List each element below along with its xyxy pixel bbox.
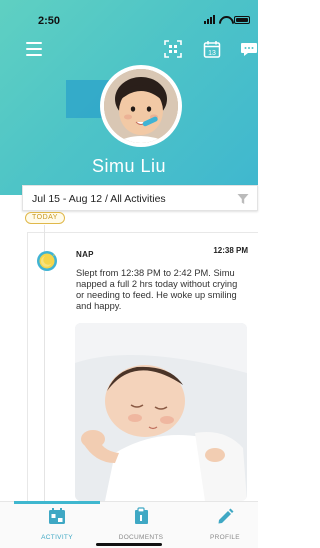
documents-icon [135, 507, 148, 524]
child-name: Simu Liu [91, 156, 167, 176]
today-badge: TODAY [25, 212, 65, 224]
tab-documents-label: DOCUMENTS [118, 534, 164, 541]
filter-icon[interactable] [237, 193, 249, 205]
signal-icon [204, 15, 215, 24]
tab-activity-label: ACTIVITY [41, 534, 73, 541]
chat-icon[interactable] [240, 40, 258, 58]
battery-icon [234, 15, 250, 24]
home-indicator [96, 543, 162, 546]
svg-text:z: z [53, 252, 55, 257]
tab-profile[interactable]: PROFILE [190, 507, 260, 541]
menu-icon[interactable] [26, 42, 42, 56]
scan-icon[interactable] [164, 40, 182, 58]
status-bar: 2:50 [0, 0, 258, 34]
wifi-icon [219, 16, 230, 24]
activity-photo[interactable] [75, 323, 247, 501]
profile-icon [218, 508, 234, 524]
tab-active-indicator [14, 501, 100, 504]
avatar[interactable] [100, 65, 182, 147]
filter-label: Jul 15 - Aug 12 / All Activities [32, 193, 166, 205]
filter-bar[interactable]: Jul 15 - Aug 12 / All Activities [22, 185, 258, 211]
tab-profile-label: PROFILE [210, 534, 240, 541]
status-time: 2:50 [38, 15, 61, 27]
activity-description: Slept from 12:38 PM to 2:42 PM. Simu nap… [76, 268, 238, 311]
tab-documents[interactable]: DOCUMENTS [106, 507, 176, 541]
calendar-day: 13 [208, 50, 216, 57]
activity-icon [49, 508, 65, 524]
avatar-photo [104, 69, 178, 143]
activity-type: NAP [76, 250, 94, 259]
status-icons [204, 15, 250, 24]
activity-time: 12:38 PM [213, 246, 248, 255]
moon-icon: z [37, 251, 57, 271]
calendar-icon[interactable]: 13 [203, 40, 221, 58]
tab-activity[interactable]: ACTIVITY [22, 507, 92, 541]
